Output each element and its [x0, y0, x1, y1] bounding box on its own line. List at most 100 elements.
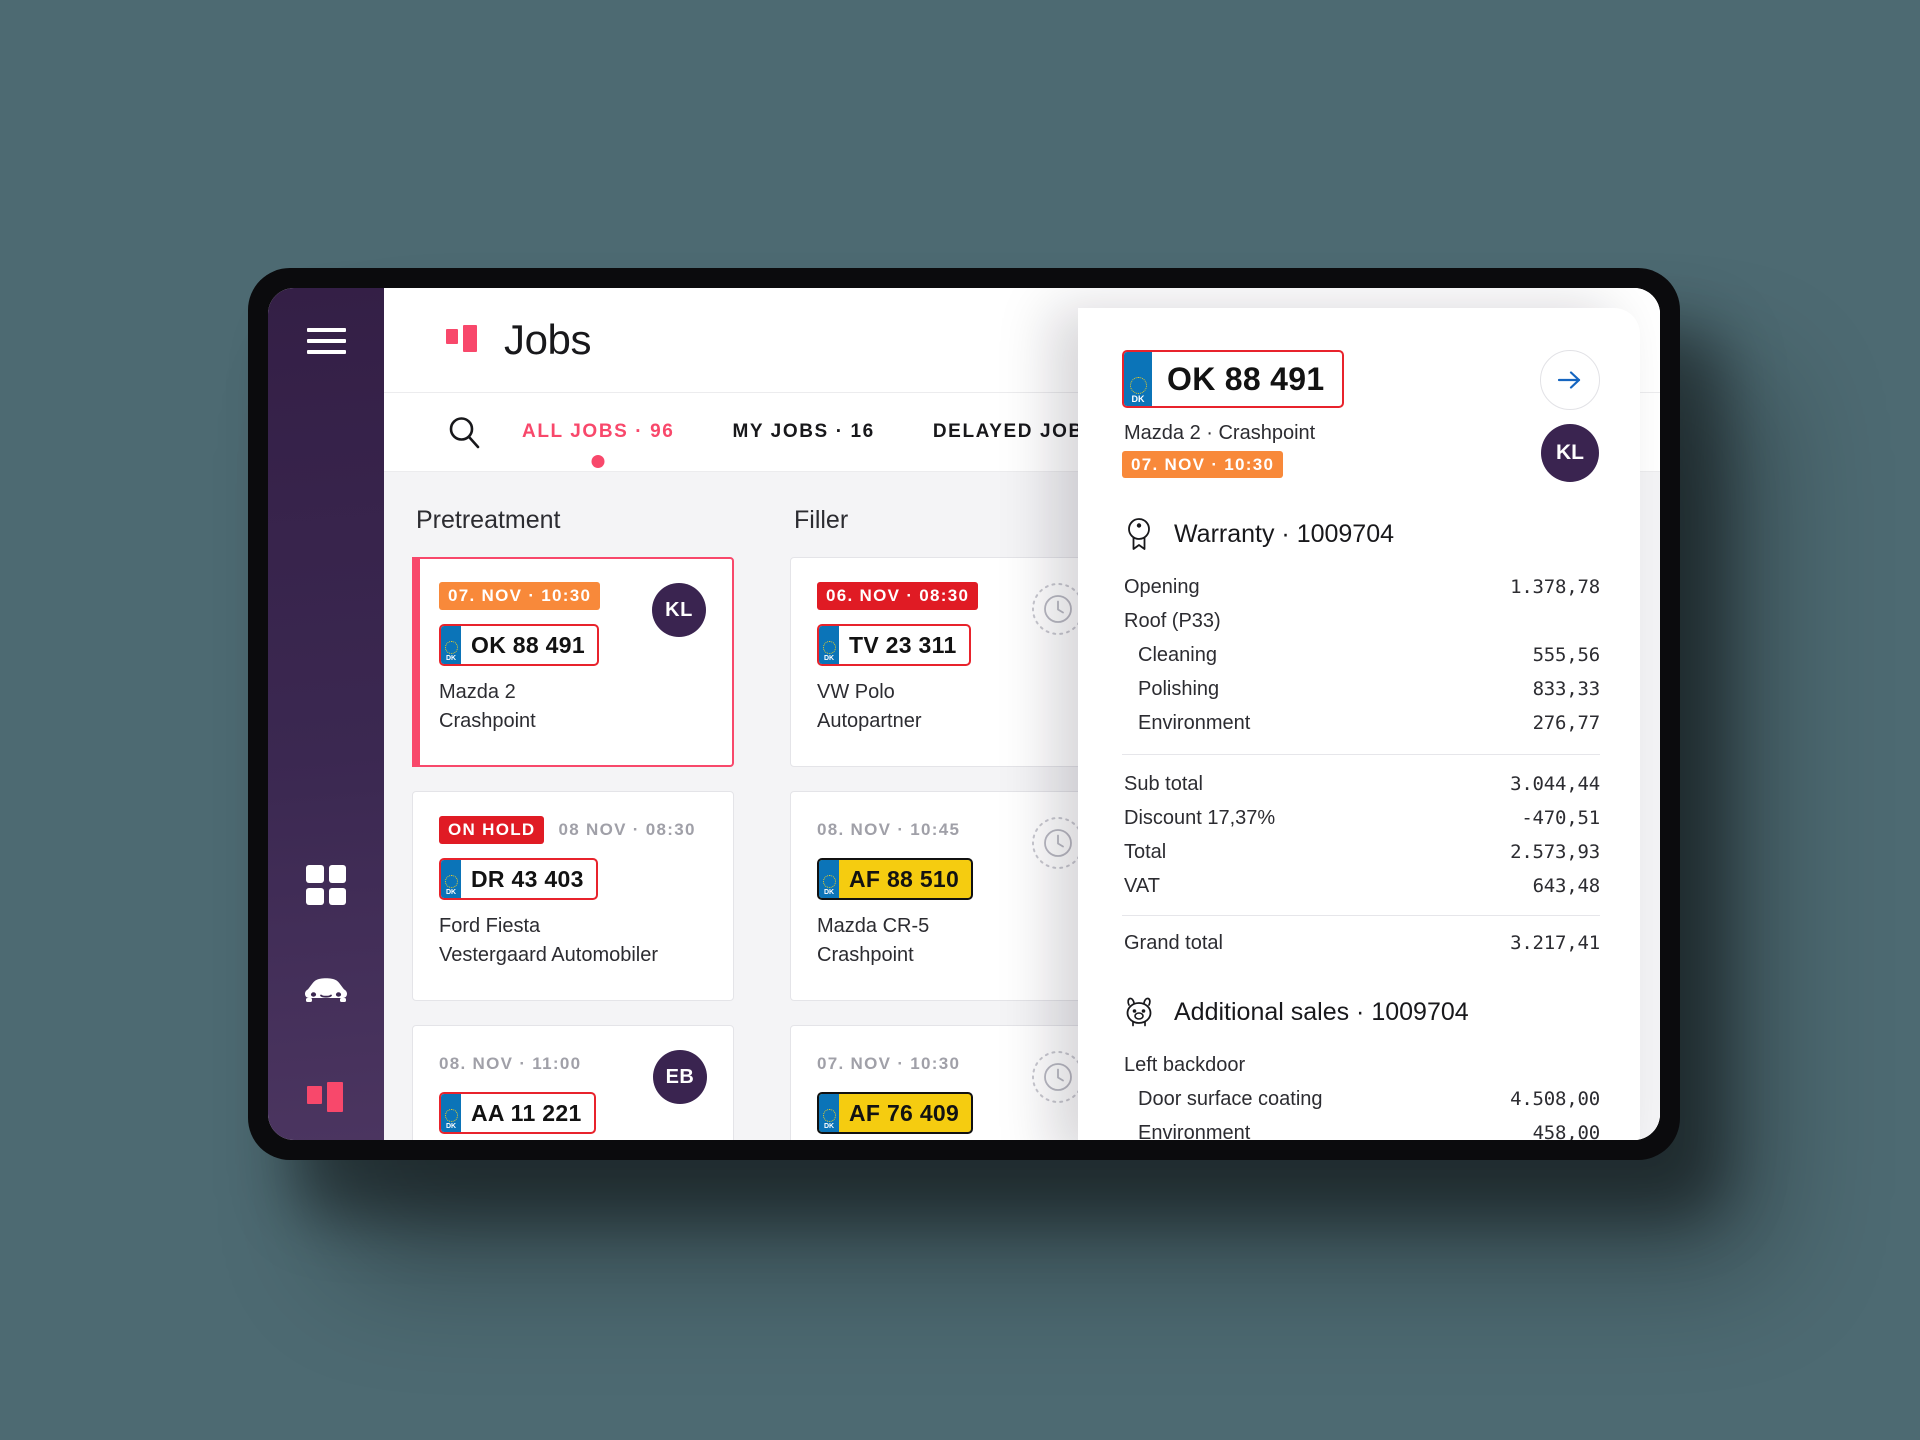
row-label: Sub total — [1124, 773, 1203, 795]
panel-header-info: DK OK 88 491 Mazda 2 · Crashpoint 07. NO… — [1122, 350, 1540, 478]
job-card[interactable]: 07. NOV · 10:30 DK OK 88 491 Mazda 2 Crashpo… — [412, 557, 734, 767]
plate-country-code: DK — [823, 889, 835, 896]
jobs-logo-icon — [446, 325, 478, 355]
eu-stars-icon — [444, 1109, 458, 1122]
row-value: 3.044,44 — [1510, 773, 1600, 795]
panel-avatar[interactable]: KL — [1541, 424, 1599, 482]
hamburger-menu-icon[interactable] — [268, 328, 384, 354]
job-card[interactable]: 07. NOV · 10:30DKAF 76 409Volvo V90Autoh… — [790, 1025, 1112, 1140]
row-value: 1.378,78 — [1510, 576, 1600, 598]
grand-total-row: Grand total 3.217,41 — [1124, 926, 1600, 960]
line-item: Cleaning 555,56 — [1124, 638, 1600, 672]
job-card[interactable]: 08. NOV · 10:45 DK AF 88 510 Mazda CR-5 Cras… — [790, 791, 1112, 1001]
card-time-badge: 07. NOV · 10:30 — [817, 1054, 961, 1073]
on-hold-badge: ON HOLD — [439, 816, 545, 844]
hamburger-bar — [306, 339, 346, 343]
section-totals: Sub total 3.044,44 Discount 17,37% -470,51 T… — [1124, 767, 1600, 903]
line-item: Door surface coating 4.508,00 — [1124, 1082, 1600, 1116]
job-card[interactable]: ON HOLD 08 NOV · 08:30 DK DR 43 403 Ford Fie… — [412, 791, 734, 1001]
plate-number: AA 11 221 — [471, 1099, 582, 1126]
plate-country-code: DK — [445, 889, 457, 896]
row-label: Environment — [1138, 712, 1251, 734]
row-value: -470,51 — [1521, 807, 1600, 829]
eu-stars-icon — [1129, 377, 1147, 394]
plate-number: TV 23 311 — [849, 631, 957, 658]
plate-country-code: DK — [823, 1123, 835, 1130]
line-item: Environment 276,77 — [1124, 706, 1600, 740]
detail-section: Additional sales · 1009704 Left backdoor D… — [1122, 994, 1600, 1141]
plate-eu-band: DK — [819, 1094, 839, 1132]
row-label: Total — [1124, 841, 1167, 863]
card-avatar[interactable]: EB — [653, 1050, 707, 1104]
card-time-badge: 06. NOV · 08:30 — [817, 582, 979, 610]
job-card[interactable]: 08. NOV · 11:00DKAA 11 221Audi A3 Sportb… — [412, 1025, 734, 1140]
card-avatar[interactable]: KL — [652, 583, 706, 637]
row-value: 2.573,93 — [1510, 841, 1600, 863]
section-lines: Opening 1.378,78 Roof (P33) Cleaning 555,56 P… — [1124, 570, 1600, 740]
plate-country-code: DK — [1131, 394, 1145, 404]
pending-clock-icon — [1032, 817, 1084, 869]
divider — [1122, 915, 1600, 916]
plate-eu-band: DK — [819, 626, 839, 664]
sidebar-item-vehicles[interactable] — [268, 974, 384, 1008]
card-vehicle-model: VW Polo — [817, 681, 895, 703]
line-item: Left backdoor — [1124, 1048, 1600, 1082]
row-value: 833,33 — [1532, 678, 1601, 700]
job-card[interactable]: 06. NOV · 08:30 DK TV 23 311 VW Polo Autopar… — [790, 557, 1112, 767]
section-title: Additional sales · 1009704 — [1174, 997, 1469, 1026]
row-value: 4.508,00 — [1510, 1088, 1600, 1110]
panel-header: DK OK 88 491 Mazda 2 · Crashpoint 07. NO… — [1122, 350, 1600, 482]
warranty-medal-icon — [1128, 518, 1150, 550]
plate-eu-band: DK — [441, 626, 461, 664]
sidebar-item-jobs[interactable] — [268, 1082, 384, 1116]
section-lines: Left backdoor Door surface coating 4.508,0… — [1124, 1048, 1600, 1140]
plate-number: OK 88 491 — [1167, 360, 1325, 397]
line-item: Environment 458,00 — [1124, 1116, 1600, 1140]
row-label: VAT — [1124, 875, 1160, 897]
grid-dashboard-icon — [306, 865, 346, 905]
eu-stars-icon — [444, 875, 458, 888]
row-label: Left backdoor — [1124, 1054, 1246, 1076]
row-value: 276,77 — [1532, 712, 1601, 734]
eu-stars-icon — [822, 875, 836, 888]
sidebar-item-dashboard[interactable] — [268, 865, 384, 905]
arrow-right-icon — [1557, 371, 1581, 389]
card-vehicle-model: Mazda CR-5 — [817, 915, 930, 937]
pending-clock-icon — [1032, 1051, 1084, 1103]
card-time-badge: 08. NOV · 10:45 — [817, 820, 961, 839]
page-header: Jobs — [446, 316, 592, 364]
row-value: 458,00 — [1532, 1122, 1601, 1140]
jobs-icon — [307, 1082, 345, 1116]
column-title: Filler — [794, 506, 849, 534]
car-icon — [305, 978, 347, 1002]
plate-number: AF 76 409 — [849, 1099, 960, 1126]
panel-forward-button[interactable] — [1540, 350, 1600, 410]
tablet-device-frame: Jobs Notifi ALL JOBS · — [248, 268, 1680, 1160]
row-value: 555,56 — [1532, 644, 1601, 666]
tab-my-jobs[interactable]: MY JOBS · 16 — [732, 421, 874, 443]
row-label: Discount 17,37% — [1124, 807, 1276, 829]
plate-eu-band: DK — [441, 860, 461, 898]
license-plate: DK AF 76 409 — [817, 1092, 974, 1134]
row-label: Roof (P33) — [1124, 610, 1221, 632]
tab-all-jobs[interactable]: ALL JOBS · 96 — [522, 421, 674, 443]
card-vehicle-model: Mazda 2 — [439, 681, 516, 703]
eu-stars-icon — [444, 641, 458, 654]
card-customer-name: Crashpoint — [439, 710, 536, 732]
card-customer-name: Crashpoint — [817, 944, 914, 966]
eu-stars-icon — [822, 1109, 836, 1122]
row-value: 643,48 — [1532, 875, 1601, 897]
line-item: Roof (P33) — [1124, 604, 1600, 638]
total-row: VAT 643,48 — [1124, 869, 1600, 903]
plate-country-code: DK — [823, 655, 835, 662]
panel-header-actions: KL — [1540, 350, 1600, 482]
section-grand-total: Grand total 3.217,41 — [1124, 926, 1600, 960]
board-column: Pretreatment 07. NOV · 10:30 DK OK 88 491 Ma… — [384, 472, 762, 1140]
search-icon[interactable] — [446, 414, 482, 450]
line-item: Polishing 833,33 — [1124, 672, 1600, 706]
hamburger-bar — [306, 328, 346, 332]
eu-stars-icon — [822, 641, 836, 654]
divider — [1122, 754, 1600, 755]
piggy-bank-icon — [1126, 997, 1152, 1027]
plate-eu-band: DK — [1124, 352, 1152, 406]
